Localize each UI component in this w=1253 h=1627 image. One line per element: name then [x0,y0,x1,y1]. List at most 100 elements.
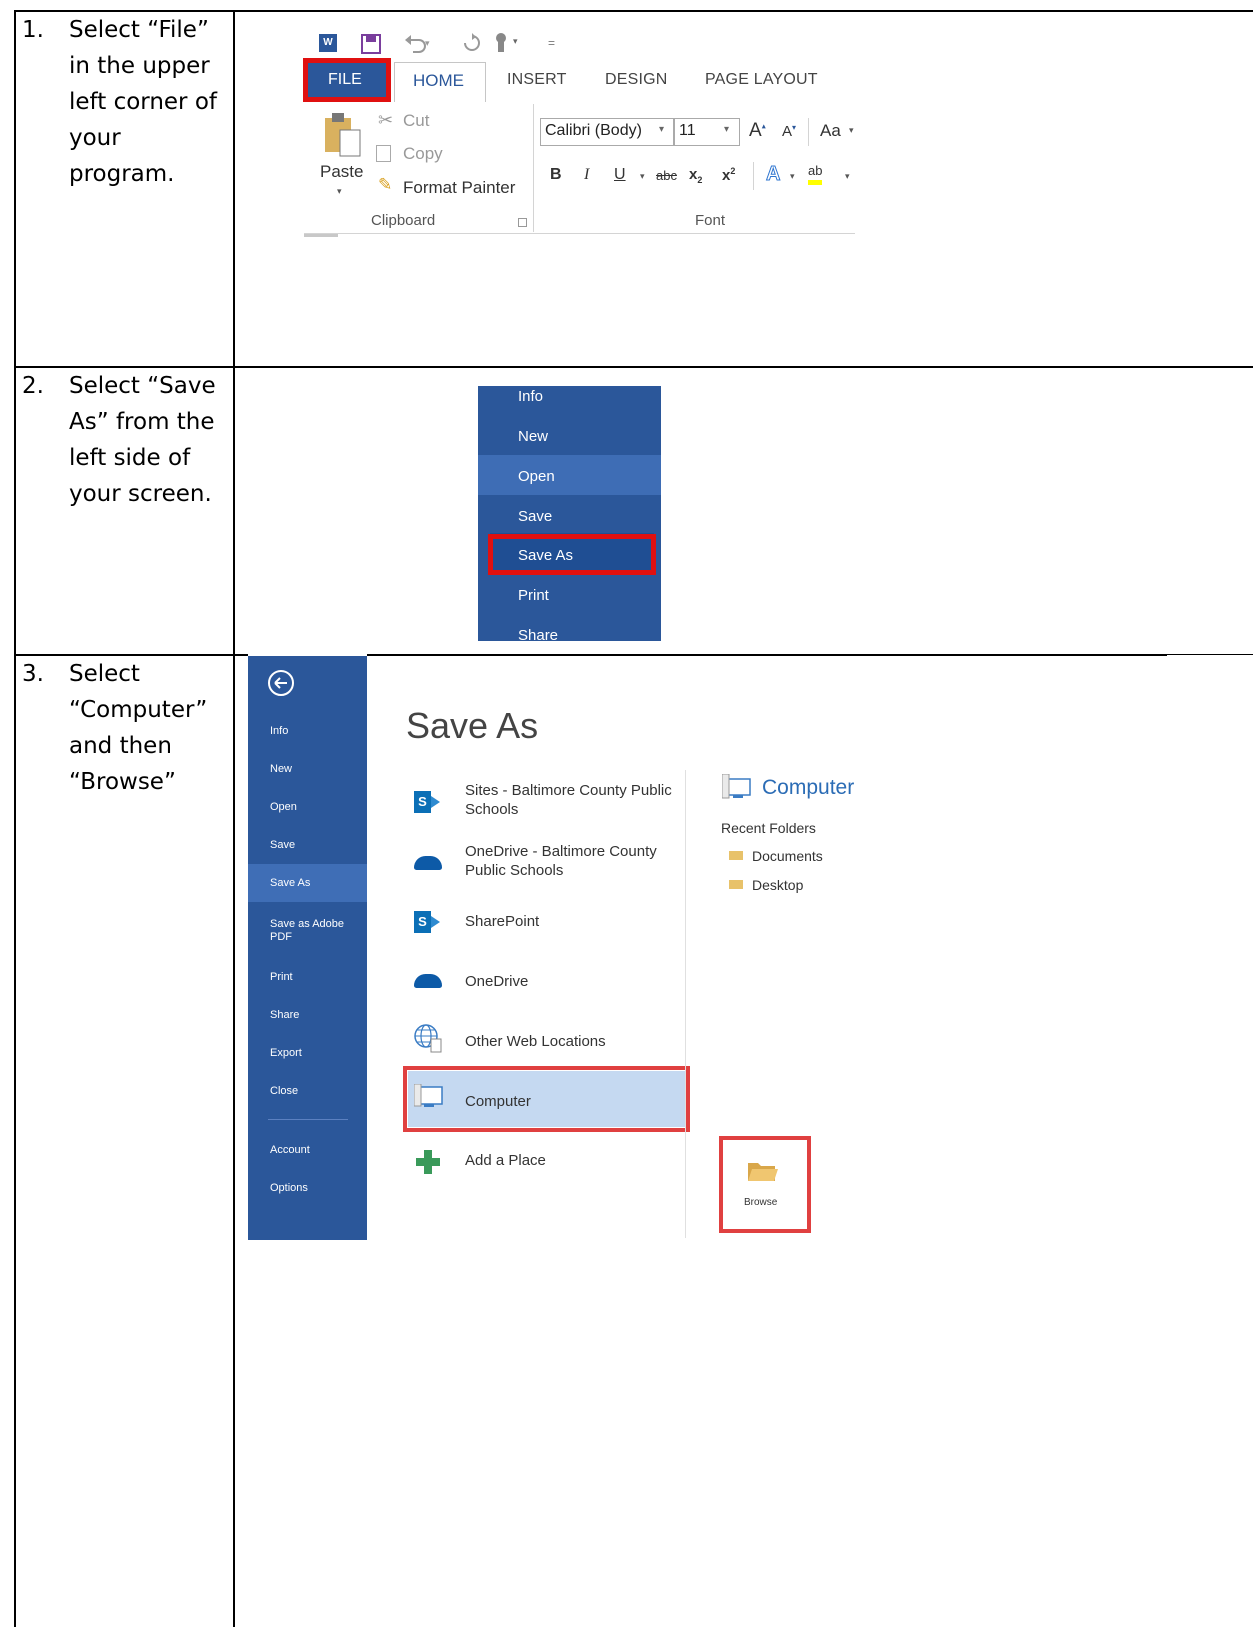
menu-item-save[interactable]: Save [518,508,552,525]
highlight-color-icon[interactable]: ab [808,162,823,185]
paste-icon[interactable] [322,110,364,158]
format-painter-icon: ✎ [378,175,393,194]
copy-icon [376,145,391,162]
underline-dropdown-icon[interactable]: ▾ [640,171,645,182]
dialog-launcher-icon[interactable] [518,218,527,227]
step-number: 3. [22,661,44,687]
sharepoint-icon: S [414,911,440,933]
folder-icon [729,851,743,860]
menu-item-new[interactable]: New [518,428,548,445]
subscript-icon[interactable]: x2 [689,166,702,185]
table-border-left [14,10,16,1627]
file-menu-screenshot: Info New Open Save Save As Print Share [478,386,661,641]
recent-folders-label: Recent Folders [721,820,816,836]
pane-divider [685,770,686,1238]
cut-icon: ✂ [378,110,394,130]
clipboard-group-label: Clipboard [371,212,436,229]
folder-icon [729,880,743,889]
back-arrow-icon[interactable] [266,668,296,698]
sidebar-item-save-as[interactable]: Save As [270,877,310,890]
recent-folder-desktop[interactable]: Desktop [752,877,803,893]
highlight-box-file [303,58,391,102]
save-icon[interactable] [361,34,381,54]
grow-font-icon[interactable]: A▴ [749,120,766,142]
sidebar-item-export[interactable]: Export [270,1047,302,1060]
shrink-font-icon[interactable]: A▾ [782,123,796,140]
table-column-divider [233,10,235,1627]
globe-icon [414,1024,442,1053]
sidebar-item-options[interactable]: Options [270,1182,308,1195]
font-name-dropdown-icon[interactable]: ▾ [659,124,664,135]
sidebar-item-share[interactable]: Share [270,1009,299,1022]
svg-text:▾: ▾ [513,36,518,46]
font-name-value: Calibri (Body) [545,122,642,139]
change-case-dropdown-icon[interactable]: ▾ [849,125,854,136]
recent-folder-documents[interactable]: Documents [752,848,823,864]
tab-home-label: HOME [413,71,464,90]
location-sharepoint[interactable]: SharePoint [465,912,539,931]
sidebar-item-account[interactable]: Account [270,1144,310,1157]
superscript-icon[interactable]: x2 [722,166,735,184]
highlight-box-computer [403,1066,690,1132]
sidebar-item-new[interactable]: New [270,763,292,776]
cut-button[interactable]: Cut [403,111,429,131]
underline-icon[interactable]: U [614,166,626,184]
backstage-sidebar: Info New Open Save Save As Save as Adobe… [248,656,367,1240]
location-add-place[interactable]: Add a Place [465,1151,546,1170]
sharepoint-icon: S [414,791,440,813]
location-other-web[interactable]: Other Web Locations [465,1032,606,1051]
font-group-label: Font [695,212,726,229]
step-instruction: Select “Save As” from the left side of y… [69,373,216,507]
sidebar-item-print[interactable]: Print [270,971,293,984]
sidebar-item-info[interactable]: Info [270,725,288,738]
highlight-box-browse [719,1136,811,1233]
format-painter-button[interactable]: Format Painter [403,178,515,198]
font-size-value: 11 [679,122,696,139]
paste-dropdown-icon[interactable]: ▾ [337,186,342,197]
menu-item-open[interactable]: Open [518,468,555,485]
menu-item-open-hover [478,455,661,495]
sidebar-item-close[interactable]: Close [270,1085,298,1098]
font-size-dropdown-icon[interactable]: ▾ [724,124,729,135]
copy-button[interactable]: Copy [403,144,443,164]
location-onedrive-bcps[interactable]: OneDrive - Baltimore County Public Schoo… [465,842,685,880]
tab-page-layout[interactable]: PAGE LAYOUT [705,71,818,89]
bold-icon[interactable]: B [550,166,562,184]
location-sites-bcps[interactable]: Sites - Baltimore County Public Schools [465,781,685,819]
ribbon-bottom-shadow [304,234,338,237]
computer-heading: Computer [762,776,855,799]
undo-icon[interactable]: ▾ [403,32,431,54]
onedrive-icon [414,974,442,988]
page-title: Save As [406,705,539,746]
sidebar-item-open[interactable]: Open [270,801,297,814]
menu-item-print[interactable]: Print [518,587,549,604]
step-instruction: Select “File” in the upper left corner o… [69,17,217,187]
touch-mode-icon[interactable]: ▾ [491,30,527,54]
text-effects-icon[interactable]: A [765,163,780,186]
ribbon-bottom-edge [304,233,855,234]
customize-toolbar-icon[interactable]: = [548,36,555,50]
sidebar-divider [268,1119,348,1120]
menu-item-info[interactable]: Info [518,388,543,405]
group-separator [533,104,534,232]
sidebar-item-save[interactable]: Save [270,839,295,852]
change-case-button[interactable]: Aa [820,121,841,141]
tab-insert[interactable]: INSERT [507,71,567,89]
computer-icon [722,774,751,799]
strikethrough-icon[interactable]: abc [656,168,677,183]
highlight-dropdown-icon[interactable]: ▾ [845,171,850,182]
text-effects-dropdown-icon[interactable]: ▾ [790,171,795,182]
step-number: 2. [22,373,44,399]
paste-button[interactable]: Paste [320,162,363,182]
location-onedrive[interactable]: OneDrive [465,972,528,991]
onedrive-icon [414,856,442,870]
tab-design[interactable]: DESIGN [605,71,668,89]
italic-icon[interactable]: I [584,166,589,184]
menu-item-share[interactable]: Share [518,627,558,641]
step-number: 1. [22,17,44,43]
svg-text:▾: ▾ [425,38,430,48]
step-instruction: Select “Computer” and then “Browse” [69,661,208,795]
redo-icon[interactable] [462,32,482,54]
sidebar-item-save-as-adobe-pdf[interactable]: Save as Adobe PDF [270,918,350,944]
table-row-divider [1167,654,1253,655]
